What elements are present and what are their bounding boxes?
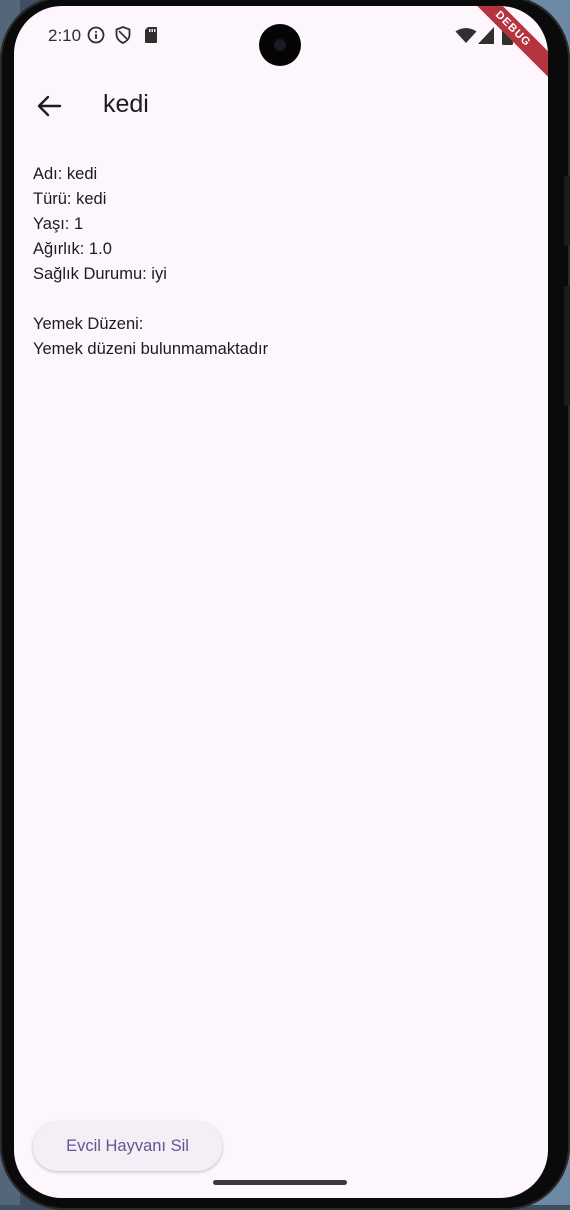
cell-signal-icon xyxy=(478,27,494,44)
pet-weight-text: Ağırlık: 1.0 xyxy=(33,240,112,258)
status-time: 2:10 xyxy=(48,26,82,45)
power-button xyxy=(564,286,570,406)
shield-icon xyxy=(115,26,131,44)
delete-pet-button[interactable]: Evcil Hayvanı Sil xyxy=(33,1122,222,1171)
sd-card-icon xyxy=(145,27,157,43)
pet-name-text: Adı: kedi xyxy=(33,165,98,183)
feeding-schedule-heading: Yemek Düzeni: xyxy=(33,315,144,333)
back-button[interactable] xyxy=(34,90,66,122)
pet-details: Adı: kedi Türü: kedi Yaşı: 1 Ağırlık: 1.… xyxy=(33,162,268,362)
pet-age-text: Yaşı: 1 xyxy=(33,215,84,233)
wifi-icon xyxy=(455,28,477,43)
pet-health-text: Sağlık Durumu: iyi xyxy=(33,265,167,283)
app-bar: kedi xyxy=(14,78,548,134)
pet-type-text: Türü: kedi xyxy=(33,190,107,208)
info-icon xyxy=(87,26,105,44)
feeding-schedule-empty-text: Yemek düzeni bulunmamaktadır xyxy=(33,340,269,358)
app-screen: 2:10 DEBUG kedi Adı: kedi Türü: kedi Yaş… xyxy=(14,6,548,1198)
volume-button xyxy=(564,176,570,246)
status-bar: 2:10 DEBUG xyxy=(14,6,548,82)
camera-cutout xyxy=(259,24,301,66)
home-indicator[interactable] xyxy=(213,1180,347,1185)
page-title: kedi xyxy=(103,90,149,118)
phone-frame: 2:10 DEBUG kedi Adı: kedi Türü: kedi Yaş… xyxy=(0,0,570,1210)
arrow-back-icon xyxy=(37,95,62,117)
